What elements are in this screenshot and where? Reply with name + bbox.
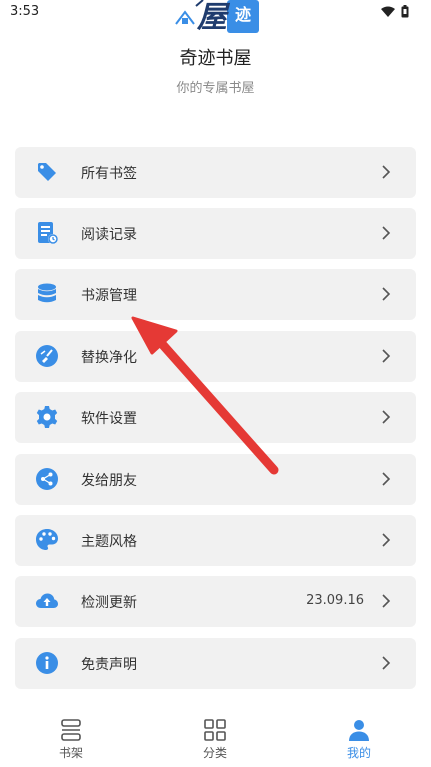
chevron-right-icon bbox=[382, 472, 391, 486]
chevron-right-icon bbox=[382, 165, 391, 179]
menu-label: 主题风格 bbox=[81, 534, 137, 550]
menu-label: 阅读记录 bbox=[81, 227, 137, 243]
nav-tab-bookshelf[interactable]: 书架 bbox=[26, 718, 116, 761]
chevron-right-icon bbox=[382, 410, 391, 424]
nav-label: 书架 bbox=[58, 746, 83, 760]
menu-item-theme[interactable]: 主题风格 bbox=[15, 515, 416, 566]
database-icon bbox=[38, 283, 56, 303]
menu-item-share[interactable]: 发给朋友 bbox=[15, 454, 416, 505]
chevron-right-icon bbox=[382, 533, 391, 547]
svg-text:屋: 屋 bbox=[196, 0, 231, 35]
cloud-upload-icon bbox=[36, 593, 58, 608]
menu-label: 所有书签 bbox=[81, 166, 137, 182]
menu-item-source-management[interactable]: 书源管理 bbox=[15, 269, 416, 320]
svg-text:迹: 迹 bbox=[235, 5, 251, 24]
menu-label: 发给朋友 bbox=[81, 473, 137, 489]
nav-label: 分类 bbox=[202, 746, 227, 760]
chevron-right-icon bbox=[382, 656, 391, 670]
bottom-nav: 书架 分类 我的 bbox=[0, 710, 431, 767]
menu-label: 书源管理 bbox=[81, 288, 137, 304]
menu-item-reading-history[interactable]: 阅读记录 bbox=[15, 208, 416, 259]
menu-item-bookmarks[interactable]: 所有书签 bbox=[15, 147, 416, 198]
nav-tab-category[interactable]: 分类 bbox=[170, 718, 260, 761]
chevron-right-icon bbox=[382, 594, 391, 608]
chevron-right-icon bbox=[382, 287, 391, 301]
info-icon bbox=[36, 652, 58, 674]
category-grid-icon bbox=[204, 719, 226, 741]
app-logo: 迹 屋 bbox=[0, 0, 431, 36]
bookshelf-icon bbox=[61, 719, 81, 741]
gear-icon bbox=[36, 406, 58, 428]
reading-history-icon bbox=[38, 222, 58, 244]
menu-item-disclaimer[interactable]: 免责声明 bbox=[15, 638, 416, 689]
version-value: 23.09.16 bbox=[306, 593, 364, 608]
nav-label: 我的 bbox=[346, 746, 371, 760]
palette-icon bbox=[36, 529, 58, 550]
share-icon bbox=[36, 468, 58, 490]
clean-brush-icon bbox=[36, 345, 58, 367]
menu-label: 软件设置 bbox=[81, 411, 137, 427]
menu-item-check-update[interactable]: 检测更新 23.09.16 bbox=[15, 576, 416, 627]
bookmark-tag-icon bbox=[38, 163, 56, 181]
nav-tab-mine[interactable]: 我的 bbox=[314, 718, 404, 761]
profile-icon bbox=[349, 720, 369, 741]
app-name: 奇迹书屋 bbox=[179, 48, 252, 69]
app-subtitle: 你的专属书屋 bbox=[176, 81, 255, 96]
chevron-right-icon bbox=[382, 349, 391, 363]
menu-label: 替换净化 bbox=[81, 350, 137, 366]
menu-item-replace-clean[interactable]: 替换净化 bbox=[15, 331, 416, 382]
menu-label: 检测更新 bbox=[81, 595, 137, 611]
menu-item-settings[interactable]: 软件设置 bbox=[15, 392, 416, 443]
chevron-right-icon bbox=[382, 226, 391, 240]
menu-label: 免责声明 bbox=[81, 657, 137, 673]
